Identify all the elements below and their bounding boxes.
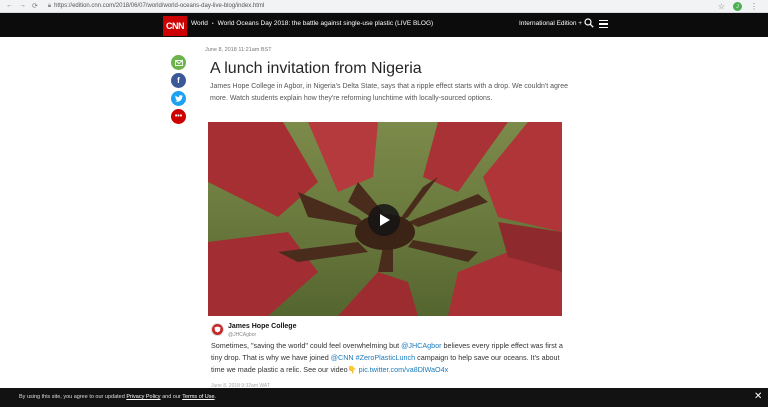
tweet-avatar[interactable] (211, 323, 224, 336)
post-intro: James Hope College in Agbor, in Nigeria'… (210, 83, 569, 102)
breadcrumb: World • World Oceans Day 2018: the battl… (191, 20, 433, 27)
pointing-down-emoji-icon: 👇 (347, 365, 357, 374)
share-email-icon[interactable] (171, 55, 186, 70)
tweet-author-handle[interactable]: @JHCAgbor (228, 332, 256, 338)
browser-menu-icon[interactable]: ⋮ (750, 2, 758, 11)
back-icon[interactable]: ← (6, 2, 13, 10)
tweet-mention-cnn[interactable]: @CNN (331, 353, 354, 362)
address-text: https://edition.cnn.com/2018/06/07/world… (54, 3, 265, 9)
share-more-icon[interactable]: ••• (171, 109, 186, 124)
extension-avatar-icon[interactable]: J (733, 2, 742, 11)
bookmark-star-icon[interactable]: ☆ (718, 2, 725, 11)
tweet-mention-jhcagbor[interactable]: @JHCAgbor (401, 341, 441, 350)
post-headline: A lunch invitation from Nigeria (210, 60, 422, 77)
edition-selector[interactable]: International Edition + (519, 20, 582, 27)
tweet-hashtag[interactable]: #ZeroPlasticLunch (356, 353, 416, 362)
tweet-text-part: Sometimes, "saving the world" could feel… (211, 341, 402, 350)
privacy-policy-link[interactable]: Privacy Policy (126, 394, 160, 400)
post-timestamp: June 8, 2018 11:21am BST (205, 47, 272, 53)
terms-of-use-link[interactable]: Terms of Use (182, 394, 214, 400)
cookie-text-part: and our (160, 394, 183, 400)
lock-icon: 🔒︎ (47, 2, 52, 9)
cookie-notice-text: By using this site, you agree to our upd… (19, 394, 216, 400)
tweet-author-name[interactable]: James Hope College (228, 323, 296, 330)
play-icon (380, 214, 390, 226)
cookie-text-part: . (214, 394, 217, 400)
tweet-media-link[interactable]: pic.twitter.com/va8DlWaO4x (359, 365, 449, 374)
video-play-button[interactable] (368, 204, 400, 236)
share-facebook-icon[interactable]: f (171, 73, 186, 88)
close-icon[interactable]: ✕ (754, 392, 762, 402)
share-twitter-icon[interactable] (171, 91, 186, 106)
hamburger-menu-icon[interactable] (599, 20, 608, 28)
search-icon[interactable] (584, 18, 594, 28)
reload-icon[interactable]: ⟳ (32, 2, 38, 10)
cookie-text-part: By using this site, you agree to our upd… (19, 394, 127, 400)
cnn-logo[interactable]: CNN (163, 16, 187, 36)
forward-icon[interactable]: → (19, 2, 26, 10)
browser-nav: ← → ⟳ (0, 2, 38, 10)
breadcrumb-separator-icon: • (211, 20, 214, 27)
browser-toolbar: ← → ⟳ 🔒︎ https://edition.cnn.com/2018/06… (0, 0, 768, 13)
breadcrumb-blog-title[interactable]: World Oceans Day 2018: the battle agains… (218, 20, 434, 27)
breadcrumb-section[interactable]: World (191, 20, 208, 27)
tweet-body: Sometimes, "saving the world" could feel… (211, 340, 571, 376)
address-bar[interactable]: 🔒︎ https://edition.cnn.com/2018/06/07/wo… (48, 3, 264, 10)
